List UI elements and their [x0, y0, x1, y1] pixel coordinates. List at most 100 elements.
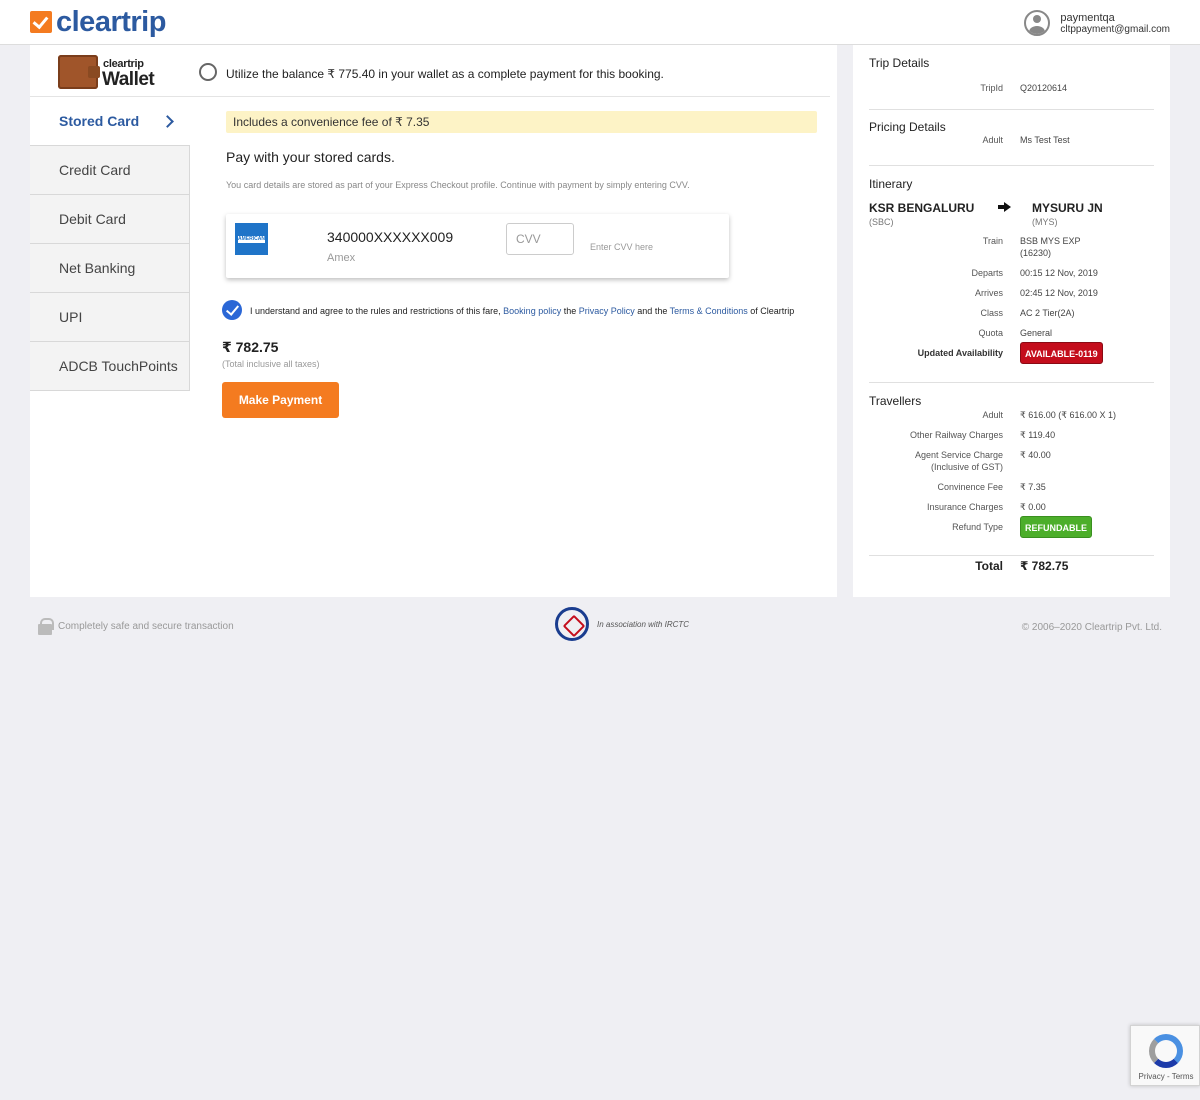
wallet-option-text[interactable]: Utilize the balance ₹ 775.40 in your wal…	[226, 67, 664, 81]
refundable-badge: REFUNDABLE	[1020, 516, 1092, 538]
copyright: © 2006–2020 Cleartrip Pvt. Ltd.	[1021, 622, 1162, 633]
logo-check-icon	[30, 11, 52, 33]
tab-label: Net Banking	[59, 260, 136, 276]
arrives-value: 02:45 12 Nov, 2019	[1020, 288, 1098, 298]
total-amount: ₹ 782.75	[222, 339, 279, 355]
payment-method-tabs: Stored Card Credit Card Debit Card Net B…	[30, 97, 190, 391]
user-menu[interactable]: paymentqa cltppayment@gmail.com	[1024, 10, 1170, 36]
pricing-value: Ms Test Test	[1020, 135, 1070, 145]
pay-title: Pay with your stored cards.	[226, 149, 395, 165]
quota-label: Quota	[978, 328, 1003, 338]
from-station: KSR BENGALURU	[869, 201, 975, 215]
terms-conditions-link[interactable]: Terms & Conditions	[670, 306, 748, 316]
lock-icon	[38, 618, 54, 635]
pricing-details-section: Pricing Details Adult Ms Test Test	[869, 110, 1154, 166]
agree-checkbox[interactable]	[222, 300, 242, 320]
availability-label: Updated Availability	[917, 348, 1003, 358]
trip-summary-sidebar: Trip Details TripId Q20120614 Pricing De…	[853, 45, 1170, 597]
convenience-fee-note: Includes a convenience fee of ₹ 7.35	[226, 111, 817, 133]
convenience-fee-label: Convinence Fee	[937, 482, 1003, 492]
agent-charge-note: (Inclusive of GST)	[930, 462, 1003, 472]
cvv-hint: Enter CVV here	[590, 242, 654, 252]
tab-label: Credit Card	[59, 162, 131, 178]
tab-upi[interactable]: UPI	[30, 293, 190, 342]
adult-fare-value: ₹ 616.00 (₹ 616.00 X 1)	[1020, 410, 1117, 420]
trip-id-value: Q20120614	[1020, 83, 1068, 93]
agent-charge-label: Agent Service Charge	[914, 450, 1003, 460]
amex-logo-text: AMERICAN EXPRESS	[238, 235, 265, 243]
card-type: Amex	[327, 252, 356, 264]
agent-charge-value: ₹ 40.00	[1020, 450, 1051, 460]
agree-text-pre: I understand and agree to the rules and …	[250, 306, 501, 316]
availability-value: AVAILABLE-0119	[1020, 342, 1103, 364]
trip-id-label: TripId	[980, 83, 1003, 93]
recaptcha-links[interactable]: Privacy - Terms	[1131, 1072, 1200, 1081]
tab-debit-card[interactable]: Debit Card	[30, 195, 190, 244]
tab-adcb-touchpoints[interactable]: ADCB TouchPoints	[30, 342, 190, 391]
booking-policy-link[interactable]: Booking policy	[503, 306, 561, 316]
pricing-label: Adult	[982, 135, 1003, 145]
payment-panel: cleartrip Wallet Utilize the balance ₹ 7…	[30, 45, 837, 597]
to-station: MYSURU JN	[1032, 201, 1103, 215]
wallet-title: Wallet	[102, 69, 155, 90]
travellers-title: Travellers	[869, 394, 922, 408]
train-number: (16230)	[1020, 248, 1052, 258]
tab-credit-card[interactable]: Credit Card	[30, 146, 190, 195]
amex-icon: AMERICAN EXPRESS	[235, 223, 268, 255]
arrives-label: Arrives	[974, 288, 1003, 298]
to-code: (MYS)	[1032, 217, 1058, 227]
quota-value: General	[1020, 328, 1053, 338]
tab-label: ADCB TouchPoints	[59, 358, 178, 374]
insurance-label: Insurance Charges	[926, 502, 1003, 512]
sidebar-total-label: Total	[975, 559, 1003, 573]
wallet-radio[interactable]	[199, 63, 217, 81]
user-avatar-icon	[1024, 10, 1051, 36]
logo-text: cleartrip	[56, 6, 166, 38]
agree-text-post: of Cleartrip	[750, 306, 795, 316]
pricing-details-title: Pricing Details	[869, 120, 946, 134]
refund-type-value: REFUNDABLE	[1020, 516, 1092, 538]
agree-text-mid: and the	[637, 306, 668, 316]
travellers-section: Travellers Adult ₹ 616.00 (₹ 616.00 X 1)…	[869, 383, 1154, 556]
chevron-right-icon	[161, 114, 174, 128]
departs-label: Departs	[971, 268, 1003, 278]
user-email: cltppayment@gmail.com	[1060, 23, 1170, 35]
insurance-value: ₹ 0.00	[1020, 502, 1046, 512]
recaptcha-badge[interactable]: Privacy - Terms	[1130, 1025, 1200, 1086]
tab-label: Debit Card	[59, 211, 126, 227]
tab-stored-card[interactable]: Stored Card	[30, 97, 190, 146]
irctc-text: In association with IRCTC	[597, 619, 690, 629]
sidebar-total-value: ₹ 782.75	[1020, 559, 1069, 573]
cvv-input[interactable]	[506, 223, 574, 255]
card-number: 340000XXXXXX009	[327, 229, 454, 245]
itinerary-title: Itinerary	[869, 177, 913, 191]
make-payment-button[interactable]: Make Payment	[222, 382, 339, 418]
railway-charges-label: Other Railway Charges	[909, 430, 1003, 440]
secure-text: Completely safe and secure transaction	[58, 621, 234, 632]
trip-details-title: Trip Details	[869, 56, 930, 70]
total-note: (Total inclusive all taxes)	[222, 359, 320, 369]
agree-text-mid: the	[563, 306, 577, 316]
refund-type-label: Refund Type	[952, 522, 1003, 532]
wallet-option: cleartrip Wallet Utilize the balance ₹ 7…	[30, 45, 830, 97]
pay-subtitle: You card details are stored as part of y…	[226, 180, 690, 190]
tab-label: UPI	[59, 309, 83, 325]
wallet-icon	[58, 55, 100, 89]
availability-badge: AVAILABLE-0119	[1020, 342, 1103, 364]
train-value: BSB MYS EXP	[1020, 236, 1081, 246]
departs-value: 00:15 12 Nov, 2019	[1020, 268, 1098, 278]
adult-fare-label: Adult	[982, 410, 1003, 420]
cleartrip-logo[interactable]: cleartrip	[30, 7, 166, 37]
stored-card-item[interactable]: AMERICAN EXPRESS 340000XXXXXX009 Amex En…	[226, 214, 729, 278]
train-label: Train	[982, 236, 1003, 246]
tab-net-banking[interactable]: Net Banking	[30, 244, 190, 293]
convenience-fee-value: ₹ 7.35	[1020, 482, 1046, 492]
class-label: Class	[980, 308, 1003, 318]
privacy-policy-link[interactable]: Privacy Policy	[579, 306, 635, 316]
railway-charges-value: ₹ 119.40	[1020, 430, 1056, 440]
from-code: (SBC)	[869, 217, 894, 227]
arrow-right-icon	[998, 202, 1011, 212]
irctc-logo-icon	[555, 607, 589, 641]
recaptcha-icon	[1149, 1034, 1183, 1068]
trip-details-section: Trip Details TripId Q20120614	[869, 53, 1154, 110]
